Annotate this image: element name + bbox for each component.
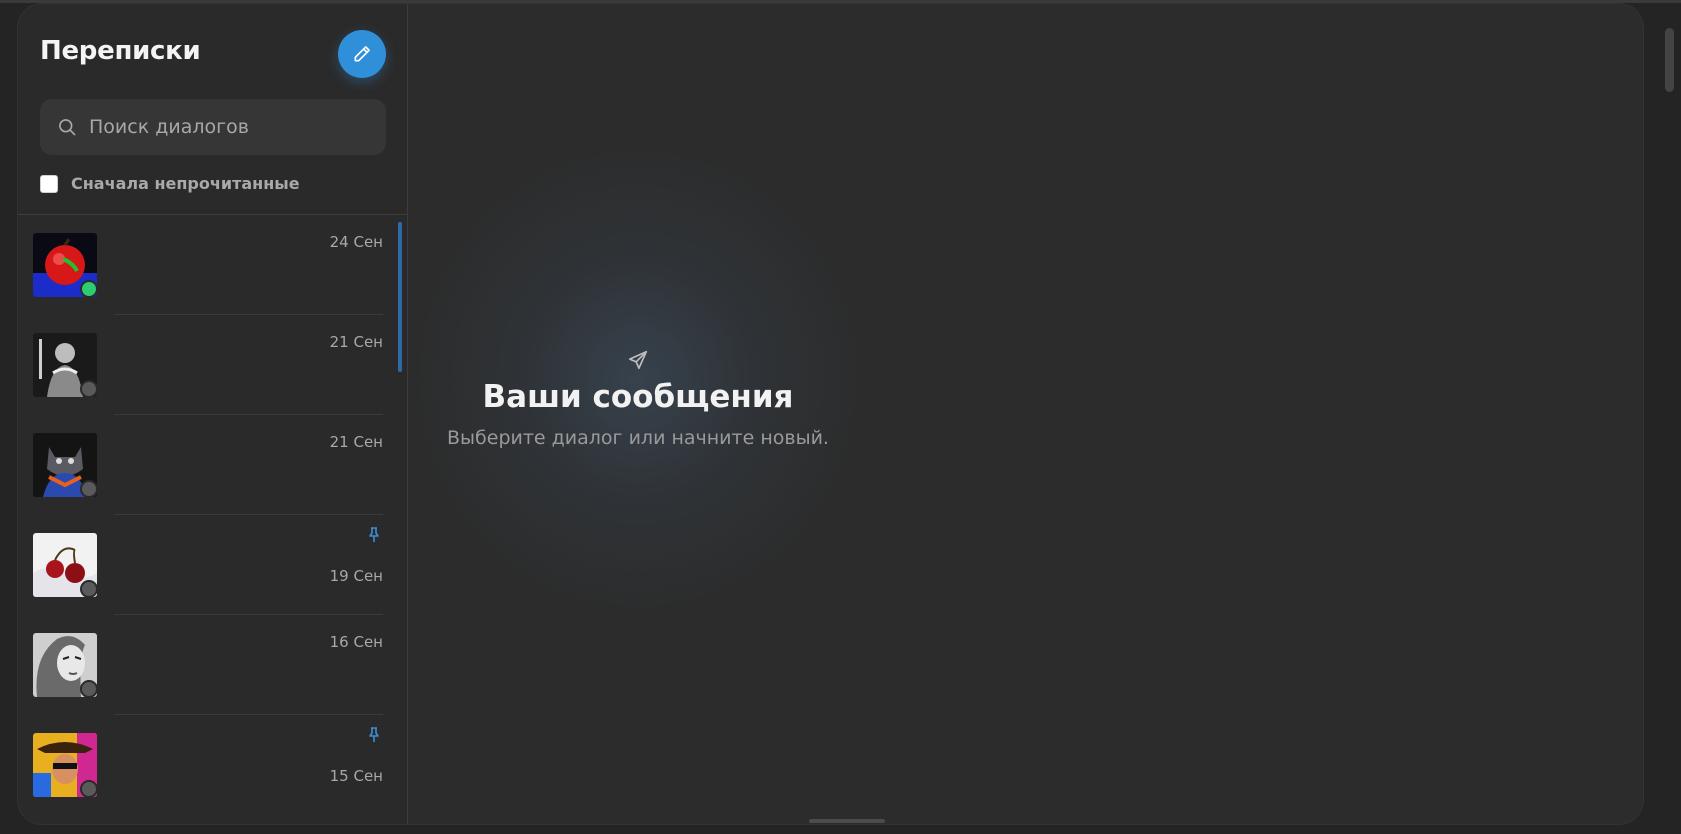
page-scrollbar[interactable] (1665, 0, 1675, 834)
pin-icon (369, 527, 379, 542)
avatar (33, 433, 98, 498)
dialog-date: 21 Сен (329, 333, 383, 351)
pin-icon (369, 727, 379, 742)
offline-status-dot (80, 580, 98, 598)
avatar (33, 233, 98, 298)
pencil-icon (354, 46, 370, 62)
conversations-sidebar: Переписки Сначала непрочитанные (18, 4, 408, 824)
offline-status-dot (80, 680, 98, 698)
dialog-item[interactable]: 24 Сен (18, 215, 398, 315)
dialog-list: 24 Сен 21 Сен 21 Сен 19 Сен 16 Сен 15 Се… (18, 215, 398, 815)
sidebar-title: Переписки (40, 36, 201, 66)
dialog-item[interactable]: 16 Сен (18, 615, 398, 715)
paper-plane-icon (628, 350, 648, 370)
empty-state-subtitle: Выберите диалог или начните новый. (447, 427, 829, 449)
dialog-list-scrollbar[interactable] (398, 222, 404, 802)
avatar (33, 633, 98, 698)
compose-button[interactable] (338, 30, 386, 78)
unread-first-label: Сначала непрочитанные (71, 174, 300, 193)
dialog-item[interactable]: 21 Сен (18, 415, 398, 515)
dialog-item[interactable]: 21 Сен (18, 315, 398, 415)
search-box[interactable] (40, 99, 386, 155)
offline-status-dot (80, 380, 98, 398)
page-scroll-thumb[interactable] (1665, 28, 1674, 92)
avatar (33, 333, 98, 398)
empty-state-title: Ваши сообщения (482, 379, 794, 415)
dialog-date: 15 Сен (329, 767, 383, 785)
dialog-date: 24 Сен (329, 233, 383, 251)
offline-status-dot (80, 780, 98, 798)
messenger-window: Переписки Сначала непрочитанные (18, 4, 1643, 824)
unread-first-checkbox[interactable] (40, 174, 58, 193)
dialog-date: 21 Сен (329, 433, 383, 451)
dialog-item[interactable]: 19 Сен (18, 515, 398, 615)
online-status-dot (80, 280, 98, 298)
search-input[interactable] (87, 115, 361, 139)
avatar (33, 733, 98, 798)
dialog-date: 16 Сен (329, 633, 383, 651)
unread-first-filter[interactable]: Сначала непрочитанные (40, 174, 300, 193)
resize-handle[interactable] (809, 819, 885, 823)
dialog-item[interactable]: 15 Сен (18, 715, 398, 815)
dialog-list-scroll-thumb[interactable] (398, 222, 402, 372)
offline-status-dot (80, 480, 98, 498)
empty-state: Ваши сообщения Выберите диалог или начни… (408, 349, 868, 449)
search-icon (55, 115, 79, 139)
dialog-date: 19 Сен (329, 567, 383, 585)
avatar (33, 533, 98, 598)
